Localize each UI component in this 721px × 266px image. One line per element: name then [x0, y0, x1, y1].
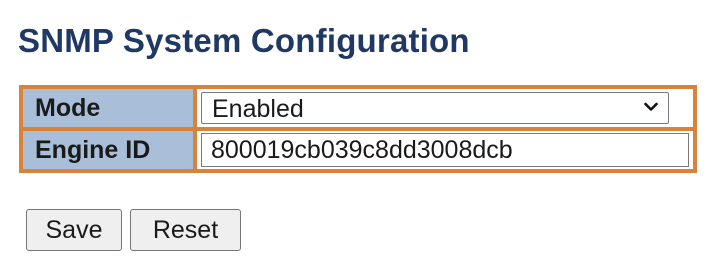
- page-title: SNMP System Configuration: [18, 22, 470, 59]
- mode-selected-value: Enabled: [212, 95, 304, 123]
- snmp-config-page: SNMP System Configuration Mode Enabled E…: [0, 0, 721, 266]
- engine-id-label: Engine ID: [21, 129, 195, 171]
- engine-id-row: Engine ID: [21, 129, 695, 171]
- chevron-down-icon: [644, 102, 658, 111]
- config-table: Mode Enabled Engine ID: [19, 85, 697, 173]
- mode-label: Mode: [21, 87, 195, 129]
- engine-id-cell: [195, 129, 695, 171]
- reset-button[interactable]: Reset: [130, 209, 241, 251]
- mode-select[interactable]: Enabled: [201, 92, 669, 124]
- engine-id-input[interactable]: [201, 133, 689, 167]
- save-button[interactable]: Save: [26, 209, 122, 251]
- mode-cell: Enabled: [195, 87, 695, 129]
- mode-row: Mode Enabled: [21, 87, 695, 129]
